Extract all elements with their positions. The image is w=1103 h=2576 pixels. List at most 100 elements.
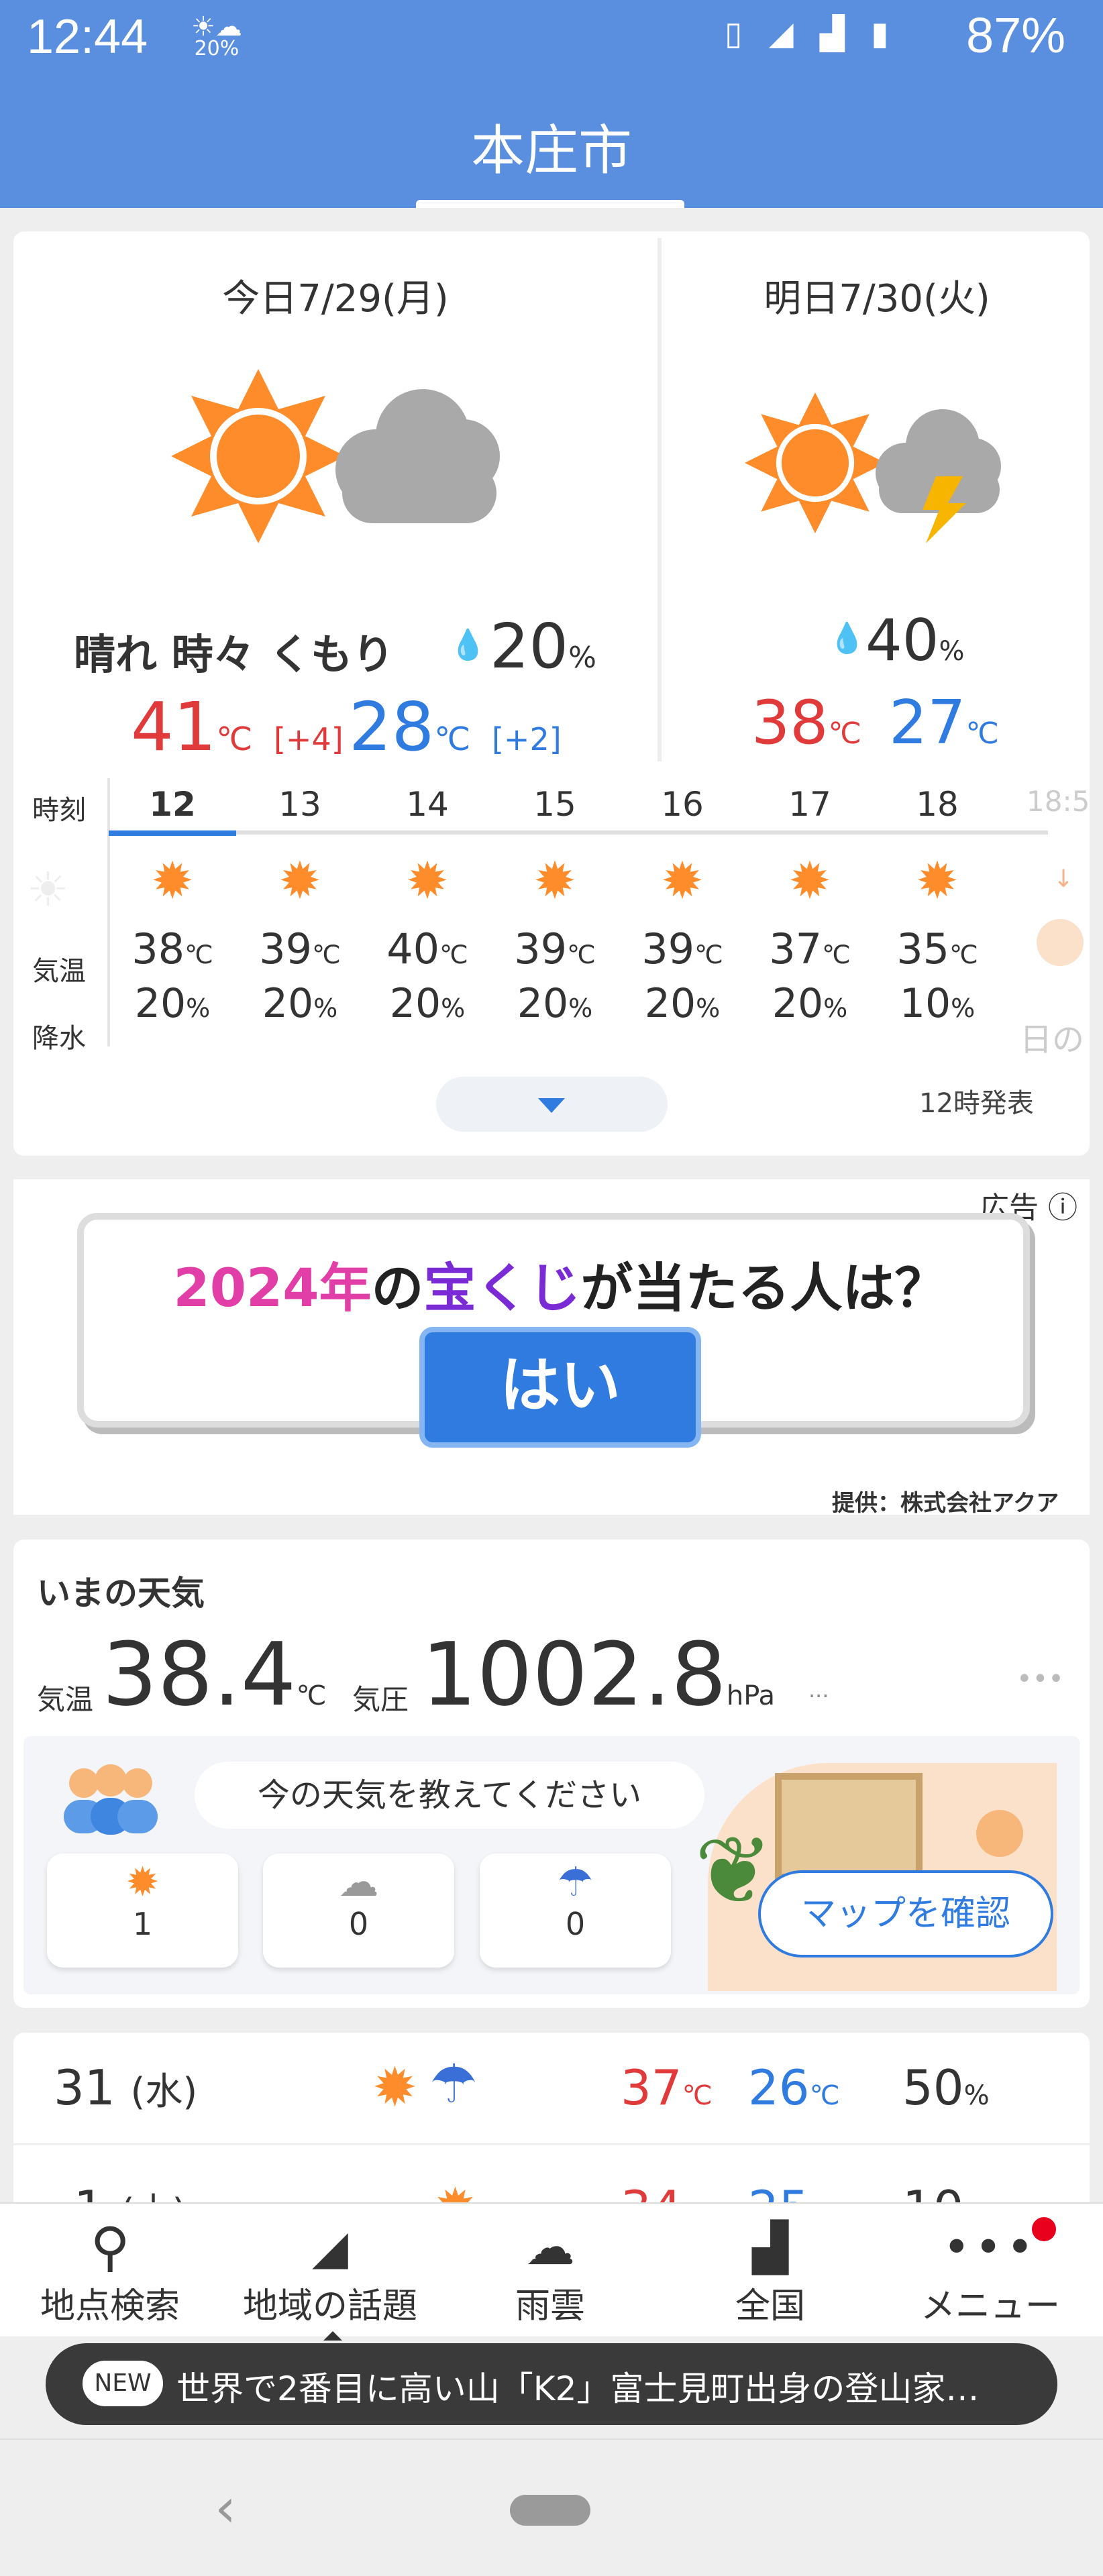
hour-time: 17 xyxy=(788,785,831,824)
hour-rain: 20% xyxy=(389,980,466,1027)
tab-indicator xyxy=(416,200,684,208)
report-cloudy-button[interactable]: ☁ 0 xyxy=(263,1854,454,1968)
ad-frame: 2024年の宝くじが当たる人は？ はい xyxy=(77,1213,1030,1448)
nav-search[interactable]: ⚲ 地点検索 xyxy=(0,2217,220,2328)
person-illustration xyxy=(976,1810,1023,1857)
hourly-partial-label: 日の xyxy=(1020,1021,1085,1059)
info-icon[interactable]: ⓘ xyxy=(1048,1191,1078,1225)
nav-nationwide[interactable]: ▟ 全国 xyxy=(660,2217,880,2328)
weekly-date: 31 (水) xyxy=(54,2059,198,2116)
today-date: 今日7/29(月) xyxy=(222,277,449,321)
hour-temp: 38℃ xyxy=(132,924,213,973)
thunder-cloud-icon xyxy=(869,402,1003,543)
current-pressure: 1002.8hPa xyxy=(421,1623,776,1725)
weekly-high: 37℃ xyxy=(621,2059,713,2116)
app-header: 本庄市 xyxy=(0,74,1103,208)
nav-rain-cloud[interactable]: ☁ 雨雲 xyxy=(440,2217,660,2328)
system-navigation: ‹ xyxy=(0,2438,1103,2576)
japan-map-icon: ▟ xyxy=(752,2220,788,2275)
status-time: 12:44 xyxy=(27,10,148,64)
ad-provider: 提供：株式会社アクア xyxy=(832,1490,1059,1517)
chevron-down-icon xyxy=(538,1098,565,1113)
search-icon: ⚲ xyxy=(90,2216,130,2278)
hour-temp: 37℃ xyxy=(769,924,851,973)
current-temp-label: 気温 xyxy=(37,1683,94,1716)
hour-column: 17 ✹ 37℃ 20% xyxy=(746,778,874,1027)
raindrop-icon: 💧 xyxy=(450,628,486,662)
battery-level: 87% xyxy=(966,7,1066,63)
ad-yes-button[interactable]: はい xyxy=(419,1327,701,1448)
sun-cloud-icon: ☀☁ xyxy=(191,11,242,42)
hour-time: 18 xyxy=(916,785,959,824)
back-icon[interactable]: ‹ xyxy=(215,2477,236,2539)
tomorrow-date: 明日7/30(火) xyxy=(764,277,990,321)
hourly-rain-label: 降水 xyxy=(32,1023,86,1054)
day-divider xyxy=(658,238,662,761)
hour-rain: 20% xyxy=(517,980,593,1027)
tomorrow-high: 38℃ xyxy=(751,688,861,758)
tomorrow-low: 27℃ xyxy=(889,688,999,758)
hourly-temp-label: 気温 xyxy=(32,956,86,987)
hour-column: 18 ✹ 35℃ 10% xyxy=(874,778,1001,1027)
nav-active-marker xyxy=(323,2331,342,2341)
home-pill[interactable] xyxy=(510,2495,590,2526)
cloud-icon xyxy=(329,382,503,537)
hourly-time-label: 時刻 xyxy=(32,795,86,826)
hourly-forecast[interactable]: 12 ✹ 38℃ 20% 13 ✹ 39℃ 20% 14 ✹ 40℃ 20% 15 ✹ 39℃ 20% 16 ✹ 3… xyxy=(109,778,1021,1060)
expand-button[interactable] xyxy=(436,1077,668,1132)
more-icon[interactable]: ••• xyxy=(1016,1664,1064,1695)
umbrella-icon: ☂ xyxy=(557,1859,594,1906)
city-title[interactable]: 本庄市 xyxy=(0,107,1103,185)
people-icon xyxy=(57,1763,164,1837)
hourly-partial-time: 18:5 xyxy=(1027,785,1090,818)
sunny-icon: ✹ xyxy=(125,1859,160,1906)
sun-cloud-icon: ✹ xyxy=(788,851,831,910)
sunny-icon xyxy=(745,392,886,533)
sun-cloud-icon: ✹ xyxy=(533,851,576,910)
hour-column: 14 ✹ 40℃ 20% xyxy=(364,778,491,1027)
nav-label: 地域の話題 xyxy=(242,2286,417,2326)
hour-temp: 39℃ xyxy=(514,924,596,973)
umbrella-icon: ☂ xyxy=(429,2053,478,2115)
cloud-icon: ☁ xyxy=(338,1859,379,1906)
rss-icon: ◢ xyxy=(312,2220,348,2275)
ad-banner[interactable]: 広告 ⓘ 2024年の宝くじが当たる人は？ はい 提供：株式会社アクア xyxy=(13,1179,1090,1517)
sun-cloud-icon: ✹ xyxy=(278,851,321,910)
notification-dot xyxy=(1032,2217,1056,2241)
sun-cloud-icon: ✹ xyxy=(661,851,704,910)
hour-time: 14 xyxy=(406,785,449,824)
rain-cloud-icon: ☁ xyxy=(525,2218,575,2276)
sun-faded-icon: ☀ xyxy=(27,862,69,917)
nav-label: 雨雲 xyxy=(515,2286,585,2326)
weekly-row[interactable]: 31 (水) ✹ ☂ 37℃ 26℃ 50% xyxy=(13,2033,1090,2140)
sunny-icon xyxy=(171,369,346,543)
map-check-button[interactable]: マップを確認 xyxy=(758,1870,1053,1957)
wifi-icon: ◢ xyxy=(768,15,802,52)
hour-time: 13 xyxy=(278,785,321,824)
more-icon: ••• xyxy=(943,2220,1038,2275)
hour-column: 12 ✹ 38℃ 20% xyxy=(109,778,236,1027)
weekly-rain: 50% xyxy=(902,2059,990,2116)
hour-rain: 10% xyxy=(899,980,976,1027)
hour-temp: 39℃ xyxy=(641,924,723,973)
hour-temp: 35℃ xyxy=(896,924,978,973)
issued-time: 12時発表 xyxy=(919,1088,1034,1119)
report-rain-button[interactable]: ☂ 0 xyxy=(480,1854,671,1968)
nav-menu[interactable]: ••• メニュー xyxy=(880,2217,1100,2328)
sunny-count: 1 xyxy=(132,1906,153,1942)
news-ticker[interactable]: NEW 世界で2番目に高い山「K2」富士見町出身の登山家… xyxy=(46,2343,1057,2425)
report-sunny-button[interactable]: ✹ 1 xyxy=(47,1854,238,1968)
raindrop-icon: 💧 xyxy=(829,621,865,655)
hour-column: 16 ✹ 39℃ 20% xyxy=(619,778,746,1027)
hour-temp: 40℃ xyxy=(386,924,468,973)
feedback-prompt: 今の天気を教えてください xyxy=(195,1762,704,1829)
today-precip: 20% xyxy=(490,610,596,682)
today-low: 28℃ [+2] xyxy=(349,688,562,766)
current-pressure-label: 気圧 xyxy=(352,1683,409,1716)
bottom-navigation: ⚲ 地点検索 ◢ 地域の話題 ☁ 雨雲 ▟ 全国 ••• メニュー xyxy=(0,2202,1103,2341)
hour-rain: 20% xyxy=(134,980,211,1027)
battery-icon: ▮ xyxy=(871,15,897,52)
nav-local-topics[interactable]: ◢ 地域の話題 xyxy=(220,2217,440,2328)
sunny-icon: ✹ xyxy=(372,2056,418,2118)
hour-column: 13 ✹ 39℃ 20% xyxy=(236,778,364,1027)
